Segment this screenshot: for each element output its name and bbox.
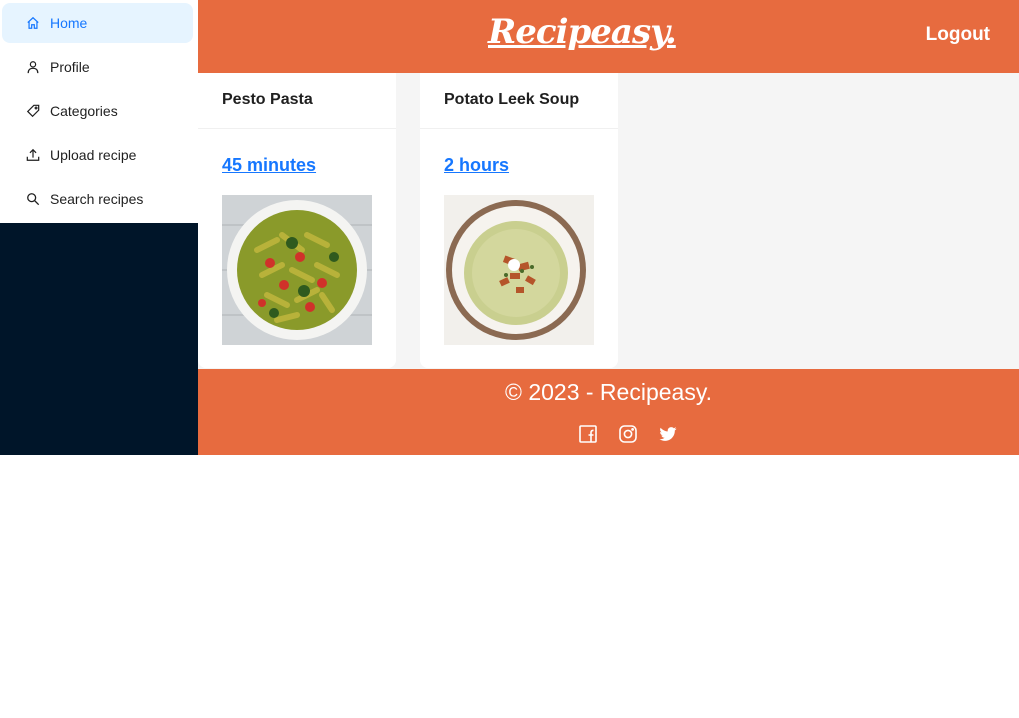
recipe-card[interactable]: Potato Leek Soup 2 hours (420, 73, 618, 368)
sidebar-item-label: Home (50, 15, 88, 31)
recipe-title: Potato Leek Soup (420, 73, 618, 129)
recipe-image[interactable] (222, 195, 372, 345)
recipe-time-link[interactable]: 45 minutes (222, 155, 316, 176)
tag-icon (26, 104, 40, 118)
sidebar: Home Profile Categories Upload recipe Se… (0, 0, 198, 455)
sidebar-item-profile[interactable]: Profile (2, 47, 193, 87)
instagram-icon[interactable] (618, 424, 638, 444)
copyright-text: © 2023 - Recipeasy. (504, 379, 712, 405)
social-links (578, 424, 678, 444)
recipe-grid: Pesto Pasta 45 minutes Potato Leek Soup … (198, 73, 1019, 369)
sidebar-item-label: Profile (50, 59, 90, 75)
logo[interactable]: Recipeasy. (488, 12, 677, 52)
sidebar-item-label: Search recipes (50, 191, 144, 207)
recipe-title: Pesto Pasta (198, 73, 396, 129)
footer: © 2023 - Recipeasy. (198, 369, 1019, 455)
upload-icon (26, 148, 40, 162)
sidebar-item-label: Upload recipe (50, 147, 137, 163)
sidebar-menu: Home Profile Categories Upload recipe Se… (0, 0, 198, 223)
sidebar-item-label: Categories (50, 103, 118, 119)
recipe-image[interactable] (444, 195, 594, 345)
recipe-card[interactable]: Pesto Pasta 45 minutes (198, 73, 396, 368)
sidebar-item-home[interactable]: Home (2, 3, 193, 43)
facebook-icon[interactable] (578, 424, 598, 444)
sidebar-item-categories[interactable]: Categories (2, 91, 193, 131)
app-root: Home Profile Categories Upload recipe Se… (0, 0, 1019, 455)
logout-button[interactable]: Logout (926, 24, 990, 46)
sidebar-item-upload[interactable]: Upload recipe (2, 135, 193, 175)
user-icon (26, 60, 40, 74)
header: Recipeasy. Logout (198, 0, 1019, 73)
sidebar-item-search[interactable]: Search recipes (2, 179, 193, 219)
home-icon (26, 16, 40, 30)
search-icon (26, 192, 40, 206)
recipe-time-link[interactable]: 2 hours (444, 155, 509, 176)
twitter-icon[interactable] (658, 424, 678, 444)
